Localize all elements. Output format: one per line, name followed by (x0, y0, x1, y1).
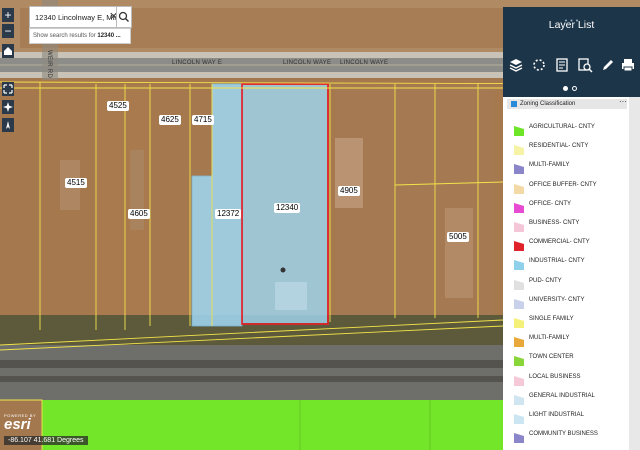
home-icon (4, 47, 12, 55)
building (335, 138, 363, 208)
home-button[interactable] (2, 44, 14, 58)
page-dot[interactable] (572, 86, 577, 91)
legend-item-label: COMMERCIAL- CNTY (529, 239, 590, 246)
legend-swatch-icon (514, 200, 524, 213)
legend-item-label: INDUSTRIAL- CNTY (529, 258, 585, 265)
group-label: Zoning Classification (520, 101, 576, 107)
legend-item-label: OFFICE- CNTY (529, 200, 571, 207)
panel-scrollbar[interactable] (629, 97, 640, 450)
coordinate-readout: -86.107 41.681 Degrees (4, 436, 88, 445)
layer-list: Zoning Classification ··· AGRICULTURAL- … (503, 97, 629, 450)
search-suggestion[interactable]: Show search results for 12340 ... (29, 28, 131, 44)
building (275, 282, 307, 310)
zoom-in-button[interactable]: + (2, 8, 14, 22)
print-icon (622, 59, 634, 72)
zoom-out-button[interactable]: − (2, 24, 14, 38)
legend-swatch-icon (514, 430, 524, 444)
legend-swatch-icon (514, 411, 524, 424)
legend-item-label: MULTI-FAMILY (529, 162, 570, 169)
parcel-label: 4515 (65, 178, 87, 188)
legend-button[interactable] (554, 57, 570, 73)
zoning-group-row[interactable]: Zoning Classification ··· (507, 97, 627, 109)
more-options-icon[interactable]: ··· (619, 97, 627, 107)
legend-item-label: LOCAL BUSINESS (529, 373, 581, 380)
legend-item-label: BUSINESS- CNTY (529, 220, 580, 226)
parcel-label: 4905 (338, 186, 360, 196)
road-label: LINCOLN WAY E (172, 60, 223, 66)
legend-item-label: AGRICULTURAL- CNTY (529, 124, 595, 130)
legend-item-label: SINGLE FAMILY (529, 316, 574, 322)
compass-icon (6, 121, 10, 129)
legend-swatch-icon (514, 161, 524, 175)
parcel-label: 4625 (159, 115, 181, 125)
legend-icon (556, 58, 568, 72)
legend-item-label: UNIVERSITY- CNTY (529, 296, 585, 303)
building (445, 208, 473, 298)
parcel-label: 4525 (107, 101, 129, 111)
search-icon (118, 11, 129, 22)
legend-swatch-icon (514, 353, 524, 367)
compass-button[interactable] (2, 118, 14, 132)
parcel-label: 5005 (447, 232, 469, 242)
parcel-label: 12340 (274, 203, 301, 213)
measure-icon (578, 58, 593, 73)
legend-swatch-icon (514, 373, 524, 386)
layer-list-header: Layer List (503, 7, 640, 97)
layers-icon (509, 59, 523, 72)
parcel-12372-highlight[interactable] (211, 83, 243, 327)
esri-logo[interactable]: POWERED BY esri (4, 413, 36, 432)
parcel-label: 4605 (128, 209, 150, 219)
draw-icon (603, 60, 613, 70)
legend-swatch-icon (514, 219, 524, 232)
draw-button[interactable] (600, 57, 616, 73)
locate-icon (3, 102, 13, 112)
legend-swatch-icon (514, 315, 524, 328)
parcel-highlight[interactable] (191, 175, 213, 327)
esri-brand: esri (4, 416, 31, 433)
legend-swatch-icon (514, 123, 524, 136)
parcel-label: 4715 (192, 115, 214, 125)
legend-swatch-icon (514, 296, 524, 309)
fullscreen-button[interactable] (2, 82, 14, 96)
search-hint-prefix: Show search results for (33, 33, 96, 39)
query-button[interactable] (577, 57, 593, 73)
legend-item-label: GENERAL INDUSTRIAL (529, 392, 595, 399)
panel-drag-handle[interactable] (563, 9, 580, 22)
legend-swatch-icon (514, 142, 524, 156)
loading-icon (533, 59, 545, 71)
search-hint-query: 12340 ... (97, 33, 121, 39)
search-button[interactable] (116, 6, 132, 28)
legend-item-label: RESIDENTIAL- CNTY (529, 143, 589, 150)
cross-road-label: WEIR RD (46, 50, 52, 79)
locate-button[interactable] (2, 100, 14, 114)
legend-swatch-icon (514, 181, 524, 194)
panel-title: Layer List (548, 19, 595, 31)
legend-swatch-icon (514, 257, 524, 271)
legend-swatch-icon (514, 334, 524, 348)
road-label: LINCOLN WAYE (283, 60, 332, 66)
legend-swatch-icon (514, 238, 524, 252)
legend-item-label: LIGHT INDUSTRIAL (529, 412, 584, 418)
fullscreen-icon (3, 84, 13, 94)
legend-item-label: TOWN CENTER (529, 354, 574, 361)
legend-item-label: OFFICE BUFFER- CNTY (529, 181, 597, 188)
page-dot-active[interactable] (563, 86, 568, 91)
legend-swatch-icon (514, 392, 524, 405)
tree (280, 267, 286, 273)
checkbox-icon[interactable] (511, 101, 517, 107)
legend-item-label: PUD- CNTY (529, 277, 562, 284)
print-button[interactable] (620, 57, 636, 73)
layers-button[interactable] (508, 57, 524, 73)
legend-item-label: MULTI-FAMILY (529, 335, 570, 342)
loading-button[interactable] (531, 57, 547, 73)
legend-item-label: COMMUNITY BUSINESS (529, 431, 598, 438)
legend-swatch-icon (514, 277, 524, 290)
road-label: LINCOLN WAYE (340, 60, 389, 66)
parcel-label: 12372 (215, 209, 242, 219)
